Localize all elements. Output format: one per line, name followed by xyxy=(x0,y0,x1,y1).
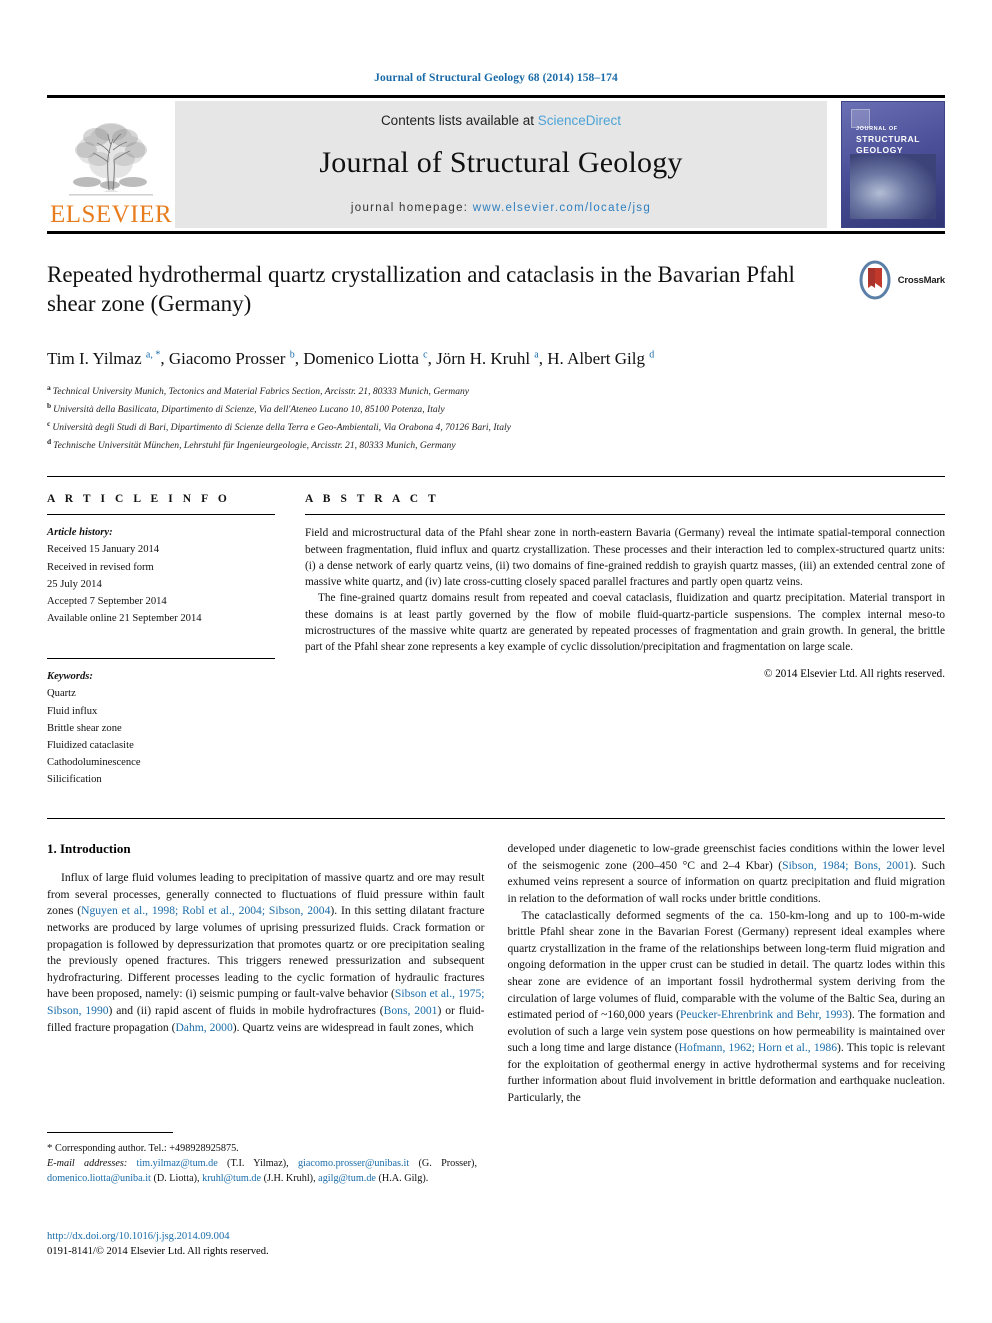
elsevier-wordmark: ELSEVIER xyxy=(49,201,173,228)
article-history-line: Accepted 7 September 2014 xyxy=(47,595,167,607)
introduction-left-text: Influx of large fluid volumes leading to… xyxy=(47,870,485,1036)
article-history-lines: Received 15 January 2014 Received in revi… xyxy=(47,541,275,627)
homepage-prefix: journal homepage: xyxy=(350,202,473,214)
sciencedirect-link[interactable]: ScienceDirect xyxy=(538,113,621,128)
elsevier-tree-icon xyxy=(63,112,159,200)
article-history-line: Received 15 January 2014 xyxy=(47,544,160,556)
info-abstract-row: A R T I C L E I N F O Article history: R… xyxy=(47,493,945,788)
cover-photo xyxy=(850,154,936,219)
article-history-line: 25 July 2014 xyxy=(47,578,102,590)
keywords-block: Keywords: Quartz Fluid influx Brittle shea… xyxy=(47,668,275,788)
keywords-rule xyxy=(47,658,275,660)
article-history: Article history: Received 15 January 201… xyxy=(47,524,275,627)
abstract-heading: A B S T R A C T xyxy=(305,493,440,506)
contents-lists-line: Contents lists available at ScienceDirec… xyxy=(381,113,621,128)
article-history-line: Available online 21 September 2014 xyxy=(47,613,202,625)
footer-doi-block: http://dx.doi.org/10.1016/j.jsg.2014.09.… xyxy=(47,1229,477,1260)
keyword-item: Silicification xyxy=(47,774,102,786)
article-info-heading: A R T I C L E I N F O xyxy=(47,493,231,506)
journal-cover-thumbnail[interactable]: JOURNAL OF STRUCTURAL GEOLOGY xyxy=(841,101,945,228)
footnote-area: * Corresponding author. Tel.: +498928925… xyxy=(47,1132,477,1187)
abstract-column: A B S T R A C T Field and microstructura… xyxy=(305,493,945,788)
article-info-rule xyxy=(47,514,275,516)
crossmark-label: CrossMark xyxy=(897,274,946,286)
running-head: Journal of Structural Geology 68 (2014) … xyxy=(374,72,618,84)
corresponding-author-note: * Corresponding author. Tel.: +498928925… xyxy=(47,1142,239,1154)
journal-title: Journal of Structural Geology xyxy=(319,146,683,179)
body-top-rule xyxy=(47,818,945,820)
elsevier-logo: ELSEVIER xyxy=(47,98,175,231)
body-paragraph: The cataclastically deformed segments of… xyxy=(507,908,946,1104)
keyword-item: Cathodoluminescence xyxy=(47,757,141,768)
keywords-list: Quartz Fluid influx Brittle shear zone Flui… xyxy=(47,685,275,788)
body-column-right: developed under diagenetic to low-grade … xyxy=(508,841,946,1106)
cover-title: JOURNAL OF STRUCTURAL GEOLOGY xyxy=(856,126,920,155)
homepage-url-link[interactable]: www.elsevier.com/locate/jsg xyxy=(473,202,651,214)
info-top-rule xyxy=(47,476,945,478)
author-list: Tim I. Yilmaz a, *, Giacomo Prosser b, D… xyxy=(47,349,655,368)
abstract-rule xyxy=(305,514,945,516)
paper-title: Repeated hydrothermal quartz crystalliza… xyxy=(47,262,795,317)
journal-band: Contents lists available at ScienceDirec… xyxy=(175,101,827,228)
cover-title-line3: GEOLOGY xyxy=(856,144,904,155)
abstract-paragraph: Field and microstructural data of the Pf… xyxy=(305,527,945,589)
body-paragraph: developed under diagenetic to low-grade … xyxy=(507,842,946,906)
email-addresses-note: E-mail addresses: tim.yilmaz@tum.de (T.I… xyxy=(47,1157,478,1184)
affiliation-item: d Technische Universität München, Lehrstu… xyxy=(47,437,456,452)
cover-title-line2: STRUCTURAL xyxy=(856,133,921,144)
crossmark-badge[interactable]: CrossMark xyxy=(857,260,945,300)
affiliation-list: a Technical University Munich, Tectonics … xyxy=(47,382,945,454)
introduction-heading: 1. Introduction xyxy=(47,841,131,857)
keyword-item: Quartz xyxy=(47,688,76,700)
title-block: Repeated hydrothermal quartz crystalliza… xyxy=(47,260,945,330)
introduction-right-text: developed under diagenetic to low-grade … xyxy=(508,841,946,1106)
article-history-label: Article history: xyxy=(47,527,113,539)
masthead-bottom-rule xyxy=(47,231,945,234)
body-columns: 1. Introduction Influx of large fluid vo… xyxy=(47,841,945,1106)
footnote-rule xyxy=(47,1132,173,1133)
abstract-copyright: © 2014 Elsevier Ltd. All rights reserved… xyxy=(764,668,945,681)
contents-prefix: Contents lists available at xyxy=(380,113,538,128)
journal-masthead: ELSEVIER Contents lists available at Sci… xyxy=(47,95,945,231)
keyword-item: Brittle shear zone xyxy=(47,722,122,734)
affiliation-item: b Università della Basilicata, Dipartimen… xyxy=(47,401,445,416)
abstract-body: Field and microstructural data of the Pf… xyxy=(305,525,945,655)
article-history-line: Received in revised form xyxy=(47,561,154,573)
journal-homepage-line: journal homepage: www.elsevier.com/locat… xyxy=(351,202,651,214)
body-paragraph: Influx of large fluid volumes leading to… xyxy=(47,871,485,1034)
paper-page: Journal of Structural Geology 68 (2014) … xyxy=(0,0,992,1323)
keywords-label: Keywords: xyxy=(47,671,93,683)
body-column-left: 1. Introduction Influx of large fluid vo… xyxy=(47,841,485,1106)
doi-link[interactable]: http://dx.doi.org/10.1016/j.jsg.2014.09.… xyxy=(47,1229,477,1244)
cover-title-line1: JOURNAL OF xyxy=(856,126,898,132)
keyword-item: Fluidized cataclasite xyxy=(47,739,134,751)
abstract-paragraph: The fine-grained quartz domains result f… xyxy=(305,592,945,654)
affiliation-item: c Università degli Studi di Bari, Diparti… xyxy=(47,419,511,434)
article-info-column: A R T I C L E I N F O Article history: R… xyxy=(47,493,275,788)
crossmark-badge-icon xyxy=(857,260,893,300)
affiliation-item: a Technical University Munich, Tectonics … xyxy=(47,383,470,398)
keyword-item: Fluid influx xyxy=(47,705,98,717)
issn-copyright-line: 0191-8141/© 2014 Elsevier Ltd. All right… xyxy=(47,1246,269,1258)
